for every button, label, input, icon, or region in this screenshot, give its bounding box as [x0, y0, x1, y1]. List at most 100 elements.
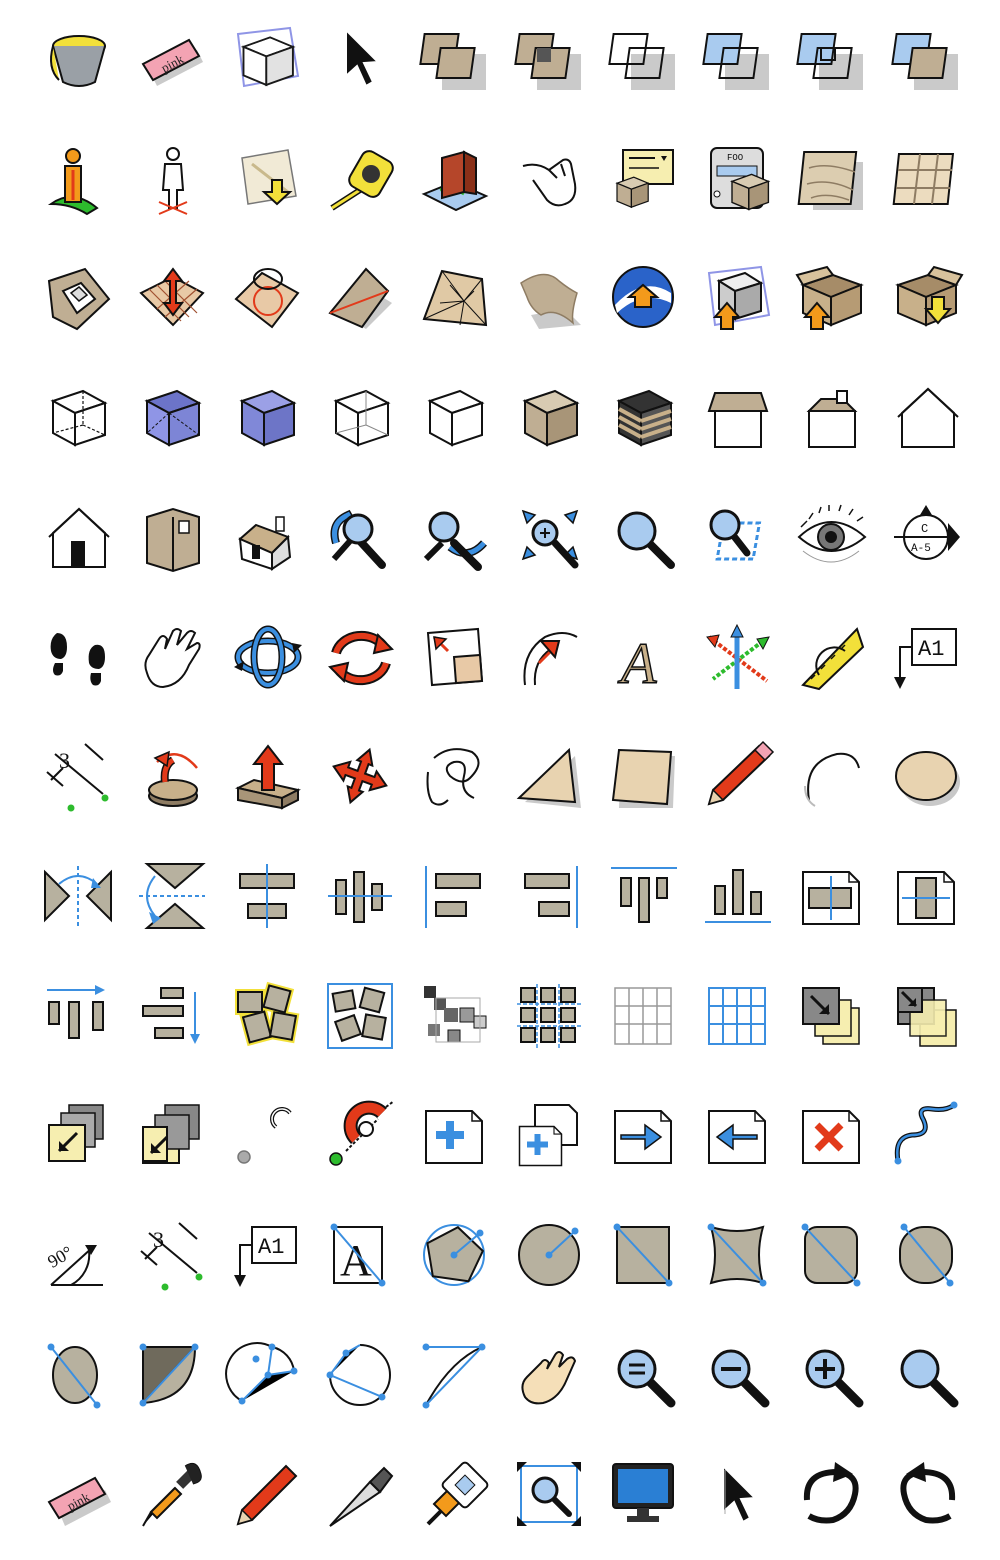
arc-2point-icon	[326, 1341, 396, 1411]
svg-text:A: A	[340, 1236, 372, 1285]
look-around-eye-icon	[797, 503, 867, 573]
angle-dimension-icon: 90°	[43, 1221, 113, 1291]
svg-text:3: 3	[153, 1227, 164, 1252]
flip-edge-icon	[326, 263, 396, 333]
zoom-fit-icon	[609, 1341, 679, 1411]
svg-text:A: A	[617, 631, 657, 696]
group-icon	[232, 981, 302, 1052]
pie-icon	[137, 1341, 207, 1411]
footprints-icon	[43, 623, 113, 693]
share-model-icon	[703, 263, 773, 333]
duplicate-page-icon	[515, 1101, 585, 1171]
orbit-zoom-alt-icon	[420, 503, 490, 573]
pencil-small-icon	[232, 1460, 302, 1530]
next-page-icon	[609, 1101, 679, 1171]
orbit-zoom-icon	[326, 503, 396, 573]
linear-dimension-icon: 3	[137, 1221, 207, 1291]
subtract-solids-icon	[513, 24, 585, 94]
outer-shell-icon	[608, 24, 679, 94]
text-label-icon: A1	[892, 623, 962, 693]
sandbox-from-contours-icon	[797, 144, 867, 214]
grid-blue-icon	[703, 982, 773, 1052]
protractor-arc-icon	[515, 623, 585, 693]
shaded-cube-icon	[232, 383, 302, 453]
bezier-curve-icon	[892, 1101, 962, 1171]
hand-pinch-icon	[515, 144, 585, 214]
zoom-window-icon	[703, 503, 773, 573]
align-right-icon	[515, 862, 585, 932]
rotate-face-icon	[137, 742, 207, 812]
shaded-solid-cube-icon	[515, 383, 585, 453]
back-edges-cube-icon	[137, 383, 207, 453]
smoove-icon	[137, 263, 207, 333]
paint-bucket-icon	[43, 24, 113, 94]
rectangle-diagonal-icon	[609, 1221, 679, 1291]
svg-text:A1: A1	[258, 1235, 284, 1260]
terrain-icon	[515, 263, 585, 333]
rounded-rect-diagonal-icon	[797, 1221, 867, 1291]
polygon-circle-icon	[420, 1221, 490, 1291]
zoom-icon	[892, 1341, 962, 1411]
top-view-icon	[703, 383, 773, 453]
text-label-b-icon: A1	[232, 1221, 302, 1291]
freehand-icon	[420, 742, 490, 812]
circle-radius-icon	[515, 1221, 585, 1291]
textured-cube-icon	[609, 383, 679, 453]
zoom-magnifier-icon	[609, 503, 679, 573]
icon-sheet: pink FOO C A-5 A A1 3 90° 3 A1 Apink	[0, 0, 1000, 1560]
grid-shapes-icon	[515, 982, 585, 1052]
zoom-out-icon	[703, 1341, 773, 1411]
pencil-icon	[703, 741, 775, 812]
monitor-icon	[609, 1460, 679, 1530]
eraser-icon: pink	[137, 24, 207, 94]
bring-forward-icon	[43, 1101, 113, 1171]
svg-text:C: C	[921, 522, 928, 536]
redo-icon	[797, 1460, 867, 1530]
ellipse-diagonal-icon	[892, 1221, 962, 1291]
circle-icon	[892, 742, 962, 812]
align-center-vertical-icon	[232, 862, 302, 932]
arc-3point-icon	[224, 1341, 302, 1411]
send-backward-icon	[892, 982, 962, 1052]
house-3d-icon	[232, 503, 302, 573]
align-left-icon	[420, 862, 490, 932]
add-detail-icon	[420, 263, 490, 333]
select-box-icon	[232, 24, 302, 94]
send-to-back-icon	[797, 982, 867, 1052]
center-horizontal-page-icon	[797, 862, 867, 932]
rounded-rectangle-icon	[703, 1221, 773, 1291]
snap-off-icon	[232, 1101, 302, 1171]
split-solids-icon	[796, 24, 867, 94]
push-pull-icon	[232, 742, 302, 812]
component-attributes-icon: FOO	[703, 144, 773, 214]
svg-text:A-5: A-5	[911, 543, 931, 555]
flip-vertical-icon	[137, 862, 207, 932]
box-iso-icon	[137, 503, 207, 573]
front-view-icon	[797, 383, 867, 453]
box-download-icon	[892, 263, 964, 333]
polygon-icon	[515, 742, 585, 812]
ellipse-alt-icon	[43, 1341, 113, 1411]
flip-horizontal-icon	[43, 862, 113, 932]
arrow-cursor-icon	[326, 24, 396, 94]
svg-text:FOO: FOO	[727, 153, 743, 163]
add-page-icon	[420, 1101, 490, 1171]
bring-to-front-icon	[137, 1101, 207, 1171]
hierarchy-icon	[420, 982, 490, 1052]
text-box-icon: A	[326, 1221, 396, 1291]
position-camera-icon	[43, 144, 113, 215]
xray-cube-icon	[43, 383, 113, 453]
building-3d-icon	[420, 144, 490, 214]
drape-icon	[232, 263, 302, 333]
section-label-icon: C A-5	[892, 503, 962, 573]
undo-icon	[892, 1460, 962, 1530]
snap-magnet-icon	[326, 1100, 396, 1171]
center-vertical-page-icon	[892, 862, 962, 932]
trim-solids-icon	[890, 24, 962, 94]
space-vertical-icon	[137, 982, 207, 1052]
earth-upload-icon	[609, 263, 679, 333]
eraser-small-icon: pink	[43, 1460, 113, 1530]
rotate-arrows-icon	[326, 623, 396, 693]
protractor-icon	[797, 623, 867, 693]
component-options-icon	[609, 144, 679, 214]
